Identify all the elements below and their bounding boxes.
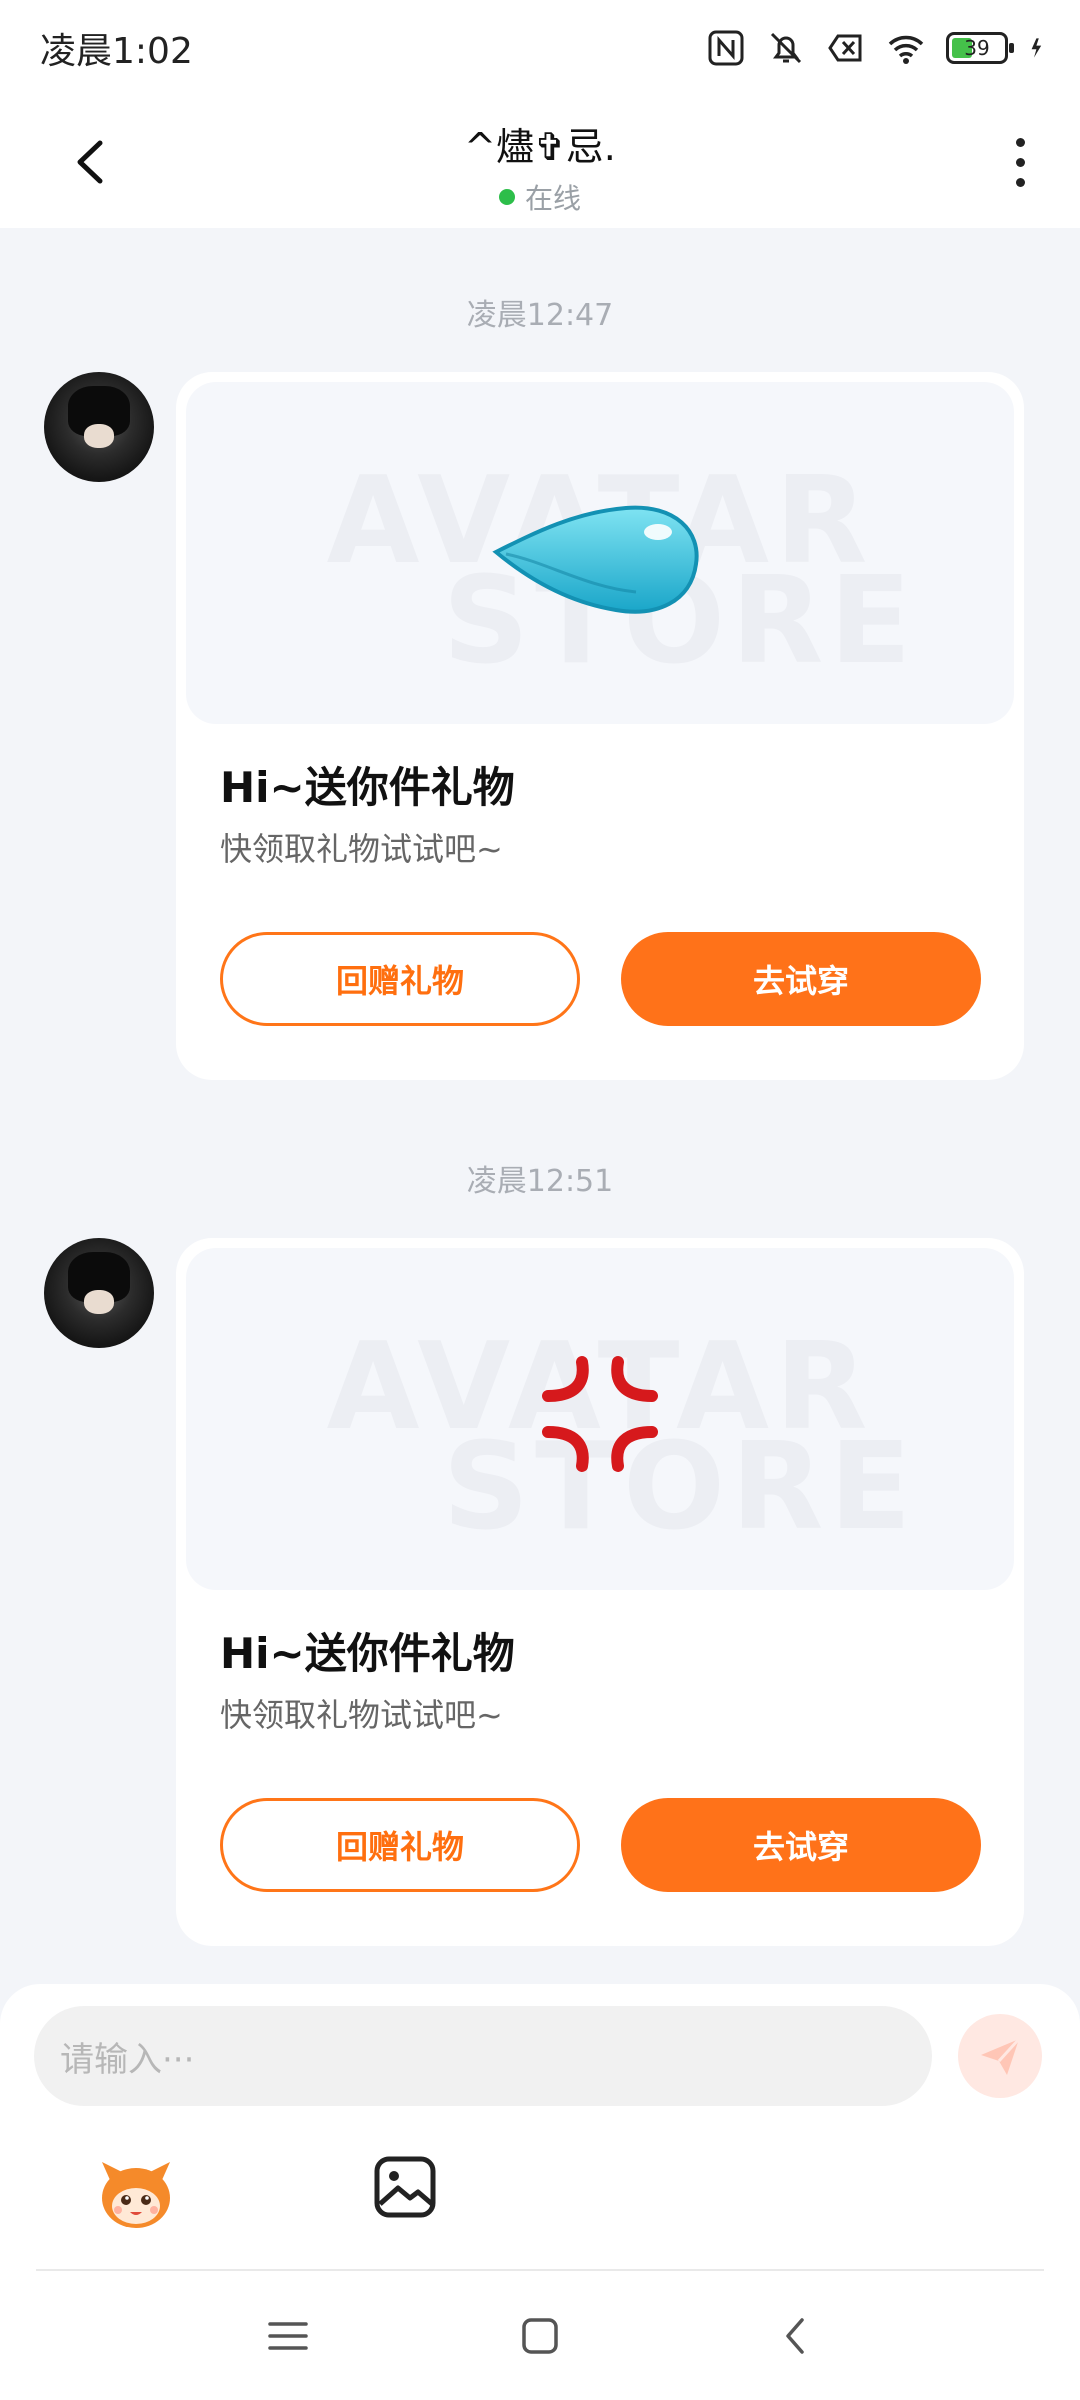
sim-off-icon — [828, 34, 862, 62]
sender-avatar[interactable] — [44, 372, 154, 482]
sender-avatar[interactable] — [44, 1238, 154, 1348]
gift-preview[interactable]: AVATAR STORE — [186, 1248, 1014, 1590]
nav-back-icon[interactable] — [776, 2316, 816, 2356]
more-dot-icon — [1015, 157, 1025, 167]
online-dot-icon — [498, 189, 515, 205]
chat-title: ^燼✞忌. — [464, 125, 616, 169]
gift-card: AVATAR STORE Hi~送你件礼物 快领取礼物试试吧~ 回赠礼物 去试穿 — [176, 372, 1024, 1080]
gift-title: Hi~送你件礼物 — [220, 1629, 515, 1678]
gift-card: AVATAR STORE Hi~送你件礼物 快领取礼物试试吧~ 回赠礼物 去试穿 — [176, 1238, 1024, 1946]
home-icon[interactable] — [520, 2316, 560, 2356]
charging-icon — [1031, 38, 1042, 58]
mascot-emoji-icon[interactable] — [96, 2154, 176, 2234]
divider — [36, 2269, 1044, 2271]
status-bar: 凌晨1:02 39 — [0, 0, 1080, 92]
online-status-label: 在线 — [524, 182, 581, 215]
gift-subtitle: 快领取礼物试试吧~ — [220, 1696, 503, 1734]
message-timestamp: 凌晨12:51 — [466, 1164, 614, 1199]
nfc-icon — [708, 30, 744, 66]
message-input[interactable]: 请输入··· — [34, 2006, 932, 2106]
water-drop-emoji — [492, 505, 699, 614]
title-block: ^燼✞忌. 在线 — [0, 116, 1080, 217]
return-gift-button[interactable]: 回赠礼物 — [220, 932, 580, 1026]
online-status: 在线 — [0, 177, 1080, 217]
send-button[interactable] — [958, 2014, 1042, 2098]
chat-header: ^燼✞忌. 在线 — [0, 92, 1080, 228]
composer-panel: 请输入··· — [0, 1984, 1080, 2400]
more-dot-icon — [1015, 137, 1025, 147]
send-icon — [981, 2037, 1021, 2075]
try-on-button[interactable]: 去试穿 — [621, 1798, 981, 1892]
message-timestamp: 凌晨12:47 — [466, 298, 614, 333]
battery-icon: 39 — [946, 32, 1014, 64]
message-input-placeholder: 请输入··· — [60, 2039, 195, 2080]
image-picker-icon[interactable] — [372, 2154, 438, 2220]
more-options-button[interactable] — [1000, 132, 1040, 192]
gift-subtitle: 快领取礼物试试吧~ — [220, 830, 503, 868]
watermark-text: STORE — [442, 1418, 918, 1557]
system-nav-bar — [0, 2272, 1080, 2400]
return-gift-button[interactable]: 回赠礼物 — [220, 1798, 580, 1892]
battery-level: 39 — [964, 36, 990, 60]
more-dot-icon — [1015, 177, 1025, 187]
recent-apps-icon[interactable] — [268, 2316, 308, 2356]
status-icons: 39 — [706, 28, 1052, 68]
gift-preview[interactable]: AVATAR STORE — [186, 382, 1014, 724]
anger-symbol-emoji — [542, 1356, 658, 1472]
status-time: 凌晨1:02 — [40, 31, 193, 72]
wifi-icon — [888, 35, 924, 64]
gift-title: Hi~送你件礼物 — [220, 763, 515, 812]
bell-muted-icon — [770, 32, 802, 64]
try-on-button[interactable]: 去试穿 — [621, 932, 981, 1026]
